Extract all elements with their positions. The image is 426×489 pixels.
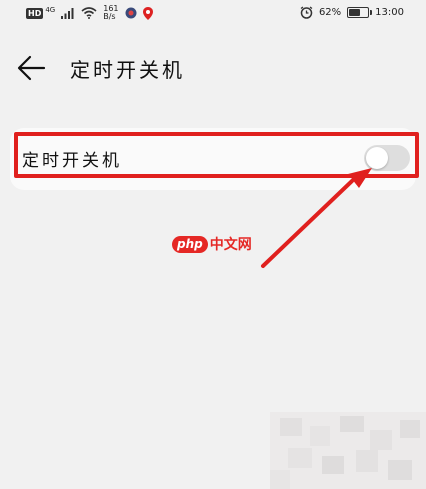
back-arrow-icon bbox=[17, 55, 46, 81]
watermark-logo: php bbox=[172, 235, 208, 253]
signal-icon bbox=[61, 8, 74, 19]
header: 定时开关机 bbox=[0, 40, 426, 96]
wifi-icon bbox=[81, 7, 97, 19]
screen: HD 4G 161 B/s 62% 13:00 定时开关机 定时开关机 php … bbox=[0, 0, 426, 489]
highlight-box bbox=[14, 132, 419, 178]
network-type: 4G bbox=[45, 6, 56, 14]
watermark-text: 中文网 bbox=[209, 237, 252, 253]
battery-level bbox=[349, 9, 360, 16]
alarm-icon bbox=[300, 6, 313, 19]
clock: 13:00 bbox=[375, 7, 404, 18]
status-bar: HD 4G 161 B/s 62% 13:00 bbox=[0, 0, 426, 28]
location-icon bbox=[142, 6, 153, 20]
battery-icon bbox=[347, 7, 373, 18]
watermark: php 中文网 bbox=[172, 234, 252, 254]
battery-percent: 62% bbox=[318, 7, 342, 18]
back-button[interactable] bbox=[12, 50, 52, 86]
speed-unit: B/s bbox=[103, 12, 116, 21]
hd-badge: HD bbox=[26, 7, 44, 19]
page-title: 定时开关机 bbox=[70, 58, 185, 82]
network-speed: 161 B/s bbox=[103, 5, 118, 21]
blurred-region bbox=[270, 412, 426, 489]
notification-app-icon bbox=[125, 7, 137, 19]
